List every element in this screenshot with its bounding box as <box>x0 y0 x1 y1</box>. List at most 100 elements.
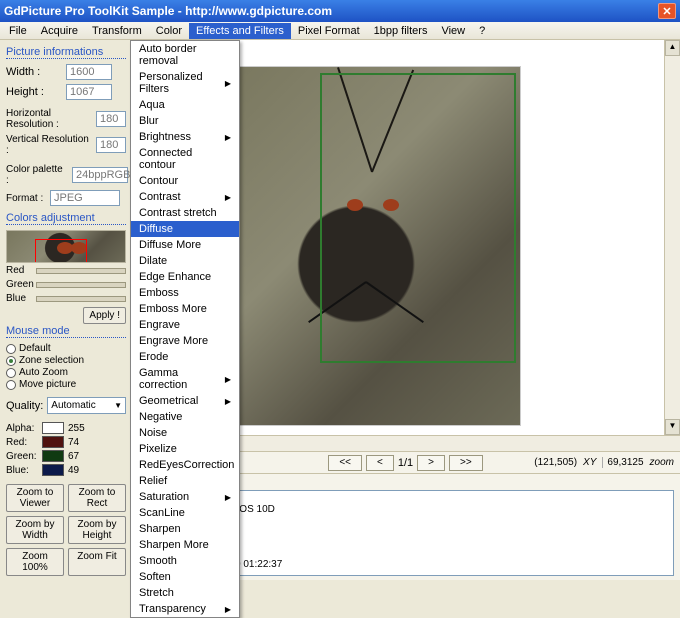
zoom-by-width-button[interactable]: Zoom by Width <box>6 516 64 544</box>
menu-item-transparency[interactable]: Transparency▶ <box>131 601 239 617</box>
menu-item-dilate[interactable]: Dilate <box>131 253 239 269</box>
menu-item-scanline[interactable]: ScanLine <box>131 505 239 521</box>
channel-green: Green:67 <box>6 450 126 462</box>
menu-item-aqua[interactable]: Aqua <box>131 97 239 113</box>
hres-field[interactable]: 180 <box>96 111 126 127</box>
picture-info-title: Picture informations <box>6 46 126 59</box>
vres-label: Vertical Resolution : <box>6 134 92 156</box>
next-page-button[interactable]: > <box>417 455 445 471</box>
submenu-arrow-icon: ▶ <box>225 79 231 88</box>
menu-effects-and-filters[interactable]: Effects and Filters <box>189 23 291 39</box>
vertical-scrollbar[interactable]: ▲ ▼ <box>664 40 680 435</box>
menu-item-sharpen[interactable]: Sharpen <box>131 521 239 537</box>
mouse-mode-auto-zoom[interactable]: Auto Zoom <box>6 367 126 378</box>
menu-item-soften[interactable]: Soften <box>131 569 239 585</box>
menu-item-contrast[interactable]: Contrast▶ <box>131 189 239 205</box>
menu-item-negative[interactable]: Negative <box>131 409 239 425</box>
channel-blue: Blue:49 <box>6 464 126 476</box>
apply-button[interactable]: Apply ! <box>83 307 126 324</box>
menu-color[interactable]: Color <box>149 23 189 39</box>
thumbnail-selection[interactable] <box>35 239 87 263</box>
red-slider[interactable] <box>36 268 126 274</box>
menu-item-emboss-more[interactable]: Emboss More <box>131 301 239 317</box>
quality-combo[interactable]: Automatic▼ <box>47 397 126 414</box>
zoom-to-rect-button[interactable]: Zoom to Rect <box>68 484 126 512</box>
zoom-value: 69,3125 <box>602 457 643 468</box>
menu-item-saturation[interactable]: Saturation▶ <box>131 489 239 505</box>
scroll-down-button[interactable]: ▼ <box>665 419 680 435</box>
red-label: Red <box>6 265 36 276</box>
color-swatch[interactable] <box>42 436 64 448</box>
channel-red: Red:74 <box>6 436 126 448</box>
menu-item-connected-contour[interactable]: Connected contour <box>131 145 239 173</box>
green-slider[interactable] <box>36 282 126 288</box>
menu-transform[interactable]: Transform <box>85 23 149 39</box>
radio-icon <box>6 344 16 354</box>
menu-item-emboss[interactable]: Emboss <box>131 285 239 301</box>
chevron-down-icon: ▼ <box>114 398 122 413</box>
menu-item-stretch[interactable]: Stretch <box>131 585 239 601</box>
zoom-100--button[interactable]: Zoom 100% <box>6 548 64 576</box>
colors-adj-title: Colors adjustment <box>6 212 126 225</box>
submenu-arrow-icon: ▶ <box>225 193 231 202</box>
menu-pixel-format[interactable]: Pixel Format <box>291 23 367 39</box>
menu-item-personalized-filters[interactable]: Personalized Filters▶ <box>131 69 239 97</box>
zoom-to-viewer-button[interactable]: Zoom to Viewer <box>6 484 64 512</box>
menu-item-relief[interactable]: Relief <box>131 473 239 489</box>
menu-item-brightness[interactable]: Brightness▶ <box>131 129 239 145</box>
submenu-arrow-icon: ▶ <box>225 375 231 384</box>
cursor-coords: (121,505) <box>534 457 577 468</box>
menu-item-redeyescorrection[interactable]: RedEyesCorrection <box>131 457 239 473</box>
xy-label: XY <box>583 457 596 468</box>
hres-label: Horizontal Resolution : <box>6 108 92 130</box>
mouse-mode-move-picture[interactable]: Move picture <box>6 379 126 390</box>
first-page-button[interactable]: << <box>328 455 362 471</box>
menu-item-engrave[interactable]: Engrave <box>131 317 239 333</box>
menu-view[interactable]: View <box>434 23 472 39</box>
last-page-button[interactable]: >> <box>449 455 483 471</box>
menu-item-contrast-stretch[interactable]: Contrast stretch <box>131 205 239 221</box>
menu-item-contour[interactable]: Contour <box>131 173 239 189</box>
width-field[interactable]: 1600 <box>66 64 112 80</box>
menu-item-noise[interactable]: Noise <box>131 425 239 441</box>
menu-item-pixelize[interactable]: Pixelize <box>131 441 239 457</box>
radio-icon <box>6 380 16 390</box>
scroll-up-button[interactable]: ▲ <box>665 40 680 56</box>
menu--[interactable]: ? <box>472 23 492 39</box>
zoom-fit-button[interactable]: Zoom Fit <box>68 548 126 576</box>
mouse-mode-default[interactable]: Default <box>6 343 126 354</box>
menu-item-blur[interactable]: Blur <box>131 113 239 129</box>
close-button[interactable]: ✕ <box>658 3 676 19</box>
prev-page-button[interactable]: < <box>366 455 394 471</box>
zoom-by-height-button[interactable]: Zoom by Height <box>68 516 126 544</box>
color-swatch[interactable] <box>42 422 64 434</box>
format-label: Format : <box>6 193 46 204</box>
menu-item-auto-border-removal[interactable]: Auto border removal <box>131 41 239 69</box>
menu-file[interactable]: File <box>2 23 34 39</box>
menu-item-gamma-correction[interactable]: Gamma correction▶ <box>131 365 239 393</box>
menubar: FileAcquireTransformColorEffects and Fil… <box>0 22 680 40</box>
menu-item-edge-enhance[interactable]: Edge Enhance <box>131 269 239 285</box>
vres-field[interactable]: 180 <box>96 137 126 153</box>
menu-acquire[interactable]: Acquire <box>34 23 85 39</box>
effects-dropdown[interactable]: Auto border removalPersonalized Filters▶… <box>130 40 240 618</box>
radio-icon <box>6 368 16 378</box>
menu-item-erode[interactable]: Erode <box>131 349 239 365</box>
blue-slider[interactable] <box>36 296 126 302</box>
menu-item-smooth[interactable]: Smooth <box>131 553 239 569</box>
menu-1bpp-filters[interactable]: 1bpp filters <box>367 23 435 39</box>
menu-item-engrave-more[interactable]: Engrave More <box>131 333 239 349</box>
image[interactable] <box>221 66 521 426</box>
menu-item-diffuse[interactable]: Diffuse <box>131 221 239 237</box>
titlebar: GdPicture Pro ToolKit Sample - http://ww… <box>0 0 680 22</box>
thumbnail[interactable] <box>6 230 126 263</box>
selection-rect[interactable] <box>320 73 516 363</box>
menu-item-sharpen-more[interactable]: Sharpen More <box>131 537 239 553</box>
mouse-mode-zone-selection[interactable]: Zone selection <box>6 355 126 366</box>
menu-item-geometrical[interactable]: Geometrical▶ <box>131 393 239 409</box>
height-field[interactable]: 1067 <box>66 84 112 100</box>
menu-item-diffuse-more[interactable]: Diffuse More <box>131 237 239 253</box>
color-swatch[interactable] <box>42 450 64 462</box>
window-title: GdPicture Pro ToolKit Sample - http://ww… <box>4 4 658 18</box>
color-swatch[interactable] <box>42 464 64 476</box>
